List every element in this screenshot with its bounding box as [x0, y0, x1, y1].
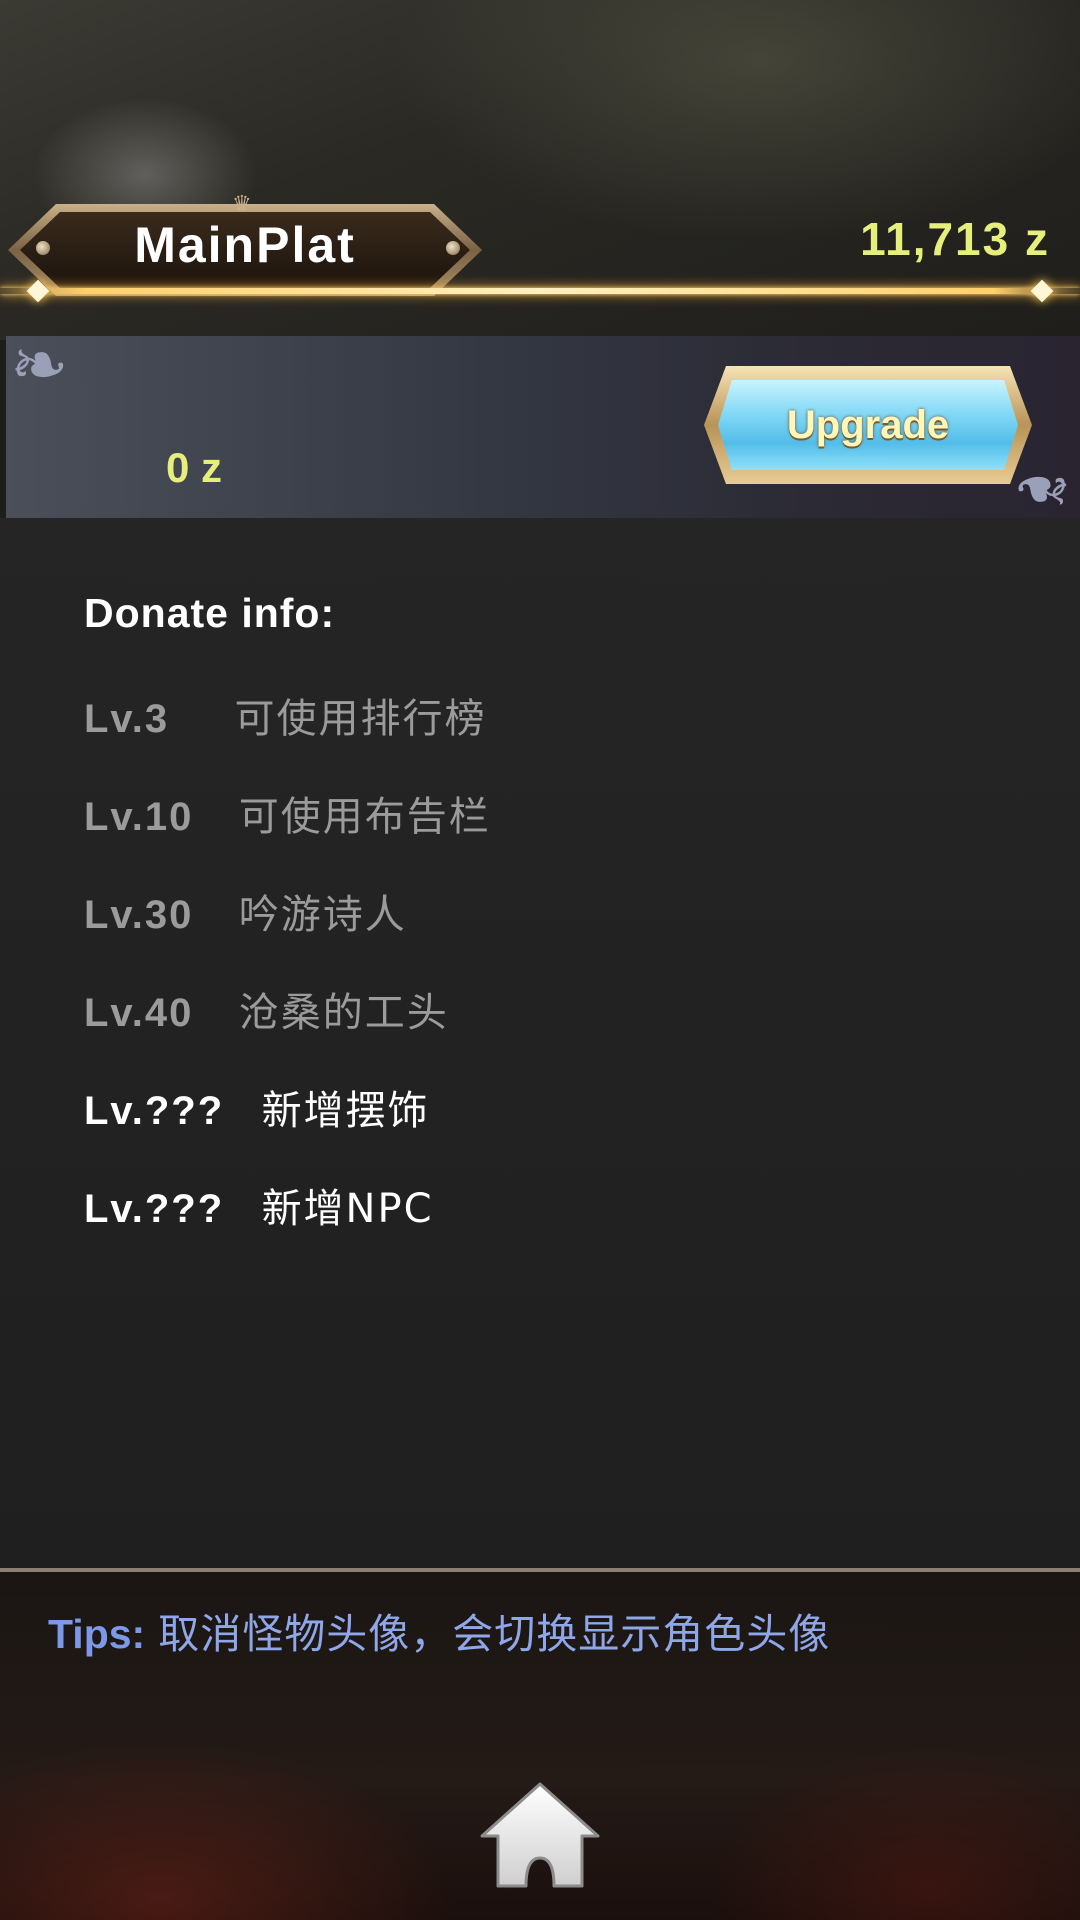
- donate-info-row: Lv.??? 新增摆饰: [84, 1078, 430, 1136]
- home-button[interactable]: [478, 1780, 602, 1892]
- donate-info-panel: Donate info: Lv.3 可使用排行榜 Lv.10 可使用布告栏 Lv…: [0, 518, 1080, 1572]
- page-title: MainPlat: [134, 217, 356, 273]
- row-reward: 沧桑的工头: [238, 990, 449, 1036]
- upgrade-button[interactable]: Upgrade: [704, 366, 1032, 484]
- row-level: Lv.40: [84, 991, 194, 1035]
- home-icon: [480, 1782, 600, 1888]
- crown-ornament-icon: ♛: [232, 192, 252, 217]
- row-level: Lv.???: [84, 1089, 225, 1133]
- tips-line: Tips: 取消怪物头像，会切换显示角色头像: [48, 1600, 830, 1660]
- gold-divider: [0, 288, 1080, 294]
- row-level: Lv.???: [84, 1187, 225, 1231]
- donate-info-row: Lv.??? 新增NPC: [84, 1176, 434, 1234]
- tips-label: Tips:: [48, 1611, 146, 1657]
- donate-info-row: Lv.3 可使用排行榜: [84, 686, 487, 744]
- row-level: Lv.3: [84, 697, 170, 741]
- upgrade-button-face[interactable]: Upgrade: [718, 380, 1018, 470]
- donate-info-row: Lv.40 沧桑的工头: [84, 980, 449, 1038]
- row-reward: 新增摆饰: [261, 1088, 430, 1134]
- donate-info-heading: Donate info:: [84, 590, 336, 636]
- row-level: Lv.30: [84, 893, 194, 937]
- currency-balance: 11,713 z: [860, 213, 1050, 265]
- row-reward: 新增NPC: [261, 1186, 434, 1232]
- donated-amount: 0 z: [166, 444, 223, 491]
- row-level: Lv.10: [84, 795, 194, 839]
- corner-ornament-icon: ❧: [10, 324, 69, 406]
- row-reward: 可使用排行榜: [234, 696, 487, 742]
- row-reward: 可使用布告栏: [238, 794, 491, 840]
- donate-info-row: Lv.30 吟游诗人: [84, 882, 407, 940]
- upgrade-button-label: Upgrade: [786, 402, 950, 447]
- row-reward: 吟游诗人: [238, 892, 407, 938]
- tips-text: 取消怪物头像，会切换显示角色头像: [158, 1610, 831, 1658]
- divider-gem-icon: [1030, 279, 1054, 303]
- corner-ornament-icon: ❧: [1013, 448, 1072, 530]
- header-bar: ♛ MainPlat 11,713 z: [0, 192, 1080, 310]
- upgrade-panel: ❧ ❧ 0 z Upgrade: [6, 330, 1080, 530]
- donate-info-row: Lv.10 可使用布告栏: [84, 784, 491, 842]
